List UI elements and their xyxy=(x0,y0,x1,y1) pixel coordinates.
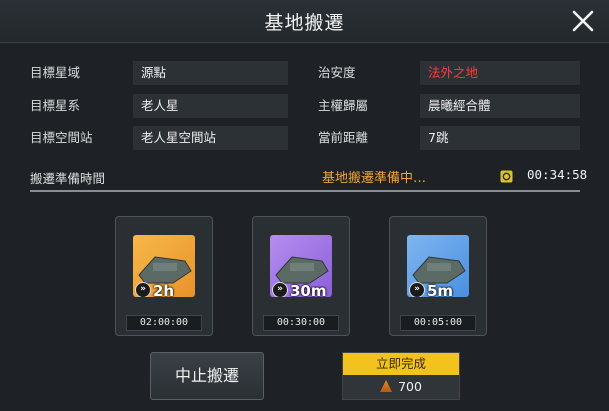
finish-now-label: 立即完成 xyxy=(343,353,459,375)
fast-forward-icon: » xyxy=(409,282,425,297)
distance-label: 當前距離 xyxy=(318,130,369,145)
ship-image-icon: » 30m xyxy=(270,235,332,297)
finish-cost-value: 700 xyxy=(398,379,422,394)
ship-image-icon: » 5m xyxy=(407,235,469,297)
option-time: 02:00:00 xyxy=(126,315,202,331)
close-icon xyxy=(572,10,594,32)
timer-icon xyxy=(500,170,513,183)
target-station-label: 目標空間站 xyxy=(30,130,93,145)
target-region-value: 源點 xyxy=(133,61,288,85)
security-label: 治安度 xyxy=(318,65,356,80)
relocation-panel: 目標星域 源點 目標星系 老人星 目標空間站 老人星空間站 治安度 法外之地 主… xyxy=(0,43,609,411)
prep-countdown: 00:34:58 xyxy=(527,167,588,182)
speed-label: 2h xyxy=(153,282,175,297)
currency-icon xyxy=(380,380,393,392)
finish-now-button[interactable]: 立即完成 700 xyxy=(342,352,460,400)
close-button[interactable] xyxy=(567,5,599,37)
target-region-label: 目標星域 xyxy=(30,65,81,80)
cancel-relocation-button[interactable]: 中止搬遷 xyxy=(150,352,264,400)
page-title: 基地搬遷 xyxy=(264,11,345,34)
fast-forward-icon: » xyxy=(135,282,151,297)
fast-forward-icon: » xyxy=(272,282,288,297)
title-bar: 基地搬遷 xyxy=(0,0,609,43)
speed-option-2h[interactable]: » 2h 02:00:00 xyxy=(115,216,213,336)
speed-label: 5m xyxy=(427,282,454,297)
prep-progress-line xyxy=(30,190,580,192)
option-time: 00:05:00 xyxy=(400,315,476,331)
speed-option-5m[interactable]: » 5m 00:05:00 xyxy=(389,216,487,336)
sovereignty-value: 晨曦經合體 xyxy=(420,94,580,118)
security-value: 法外之地 xyxy=(420,61,580,85)
option-time: 00:30:00 xyxy=(263,315,339,331)
target-system-label: 目標星系 xyxy=(30,98,81,113)
finish-cost: 700 xyxy=(343,375,459,399)
sovereignty-label: 主權歸屬 xyxy=(318,98,369,113)
speed-label: 30m xyxy=(290,282,327,297)
prep-status: 基地搬遷準備中… xyxy=(322,171,427,186)
ship-image-icon: » 2h xyxy=(133,235,195,297)
target-system-value: 老人星 xyxy=(133,94,288,118)
target-station-value: 老人星空間站 xyxy=(133,126,288,150)
speed-option-30m[interactable]: » 30m 00:30:00 xyxy=(252,216,350,336)
distance-value: 7跳 xyxy=(420,126,580,150)
prep-time-label: 搬遷準備時間 xyxy=(30,171,106,186)
